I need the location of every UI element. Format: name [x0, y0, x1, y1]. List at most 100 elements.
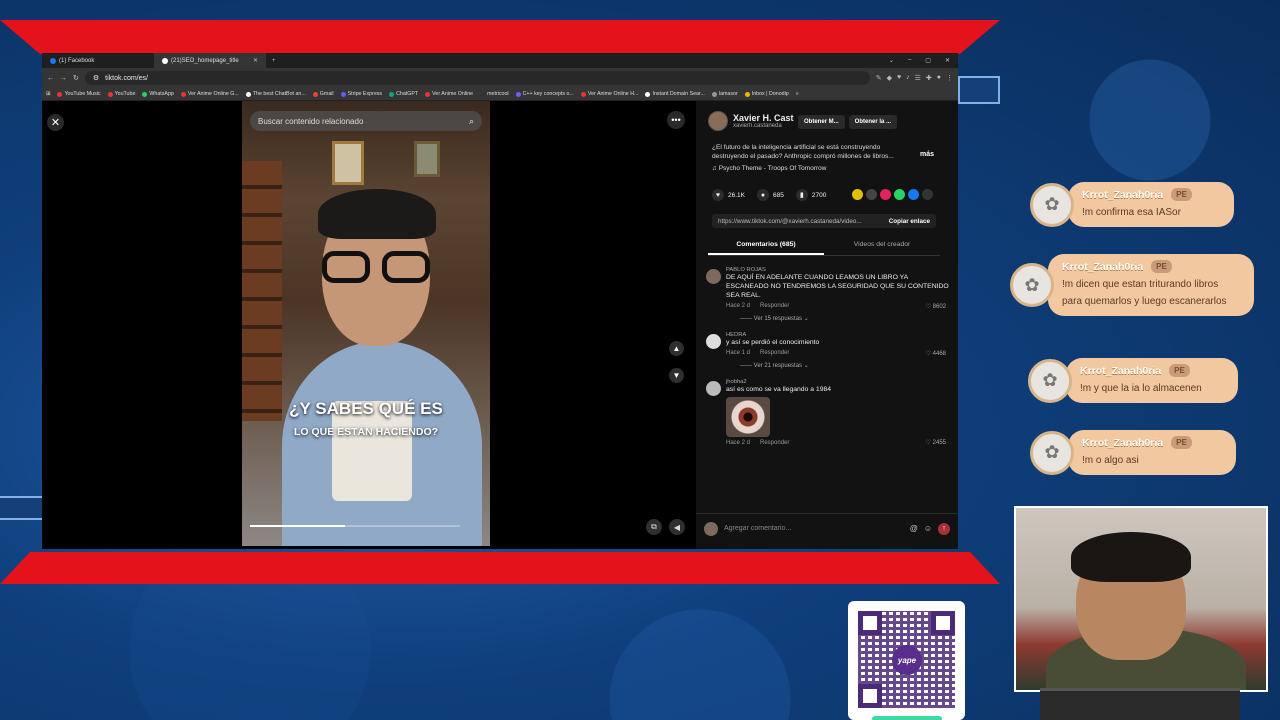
embed-icon[interactable]: [866, 189, 877, 200]
avatar[interactable]: [706, 334, 721, 349]
more-link[interactable]: más: [920, 151, 934, 158]
video-progress-bar[interactable]: [250, 525, 460, 527]
bookmark-item[interactable]: Stripe Express: [340, 91, 382, 97]
bookmark-item[interactable]: lamasor: [711, 91, 738, 97]
creator-info[interactable]: Xavier H. Cast xavierh.castaneda: [708, 111, 794, 131]
minimize-button[interactable]: –: [908, 57, 911, 64]
bookmark-item[interactable]: metricool: [480, 91, 509, 97]
whatsapp-icon[interactable]: [894, 189, 905, 200]
bookmark-favicon-icon: [425, 91, 431, 97]
bookmark-label: Instant Domain Sear...: [652, 91, 705, 97]
related-search-input[interactable]: Buscar contenido relacionado ⌕: [250, 111, 482, 131]
chat-message: ✿ Krrot_Zanah0ria PE !m o algo asi: [1030, 430, 1236, 475]
view-replies[interactable]: —— Ver 21 respuestas ⌄: [726, 362, 950, 369]
bookmark-item[interactable]: The best ChatBot an...: [245, 91, 306, 97]
volume-icon[interactable]: ◀: [669, 519, 685, 535]
add-comment-input[interactable]: Agregar comentario...: [724, 525, 904, 532]
menu-icon[interactable]: ⋮: [946, 74, 953, 82]
bookmark-favicon-icon: [312, 91, 318, 97]
tab-tiktok[interactable]: (21)SEO_homepage_title ✕: [154, 53, 266, 68]
save-button[interactable]: ▮ 2700: [795, 189, 826, 201]
creator-avatar[interactable]: [708, 111, 728, 131]
reload-icon[interactable]: ↻: [73, 74, 79, 82]
bookmarks-bar: ⊞ YouTube Music YouTube WhatsApp Ver Anime O…: [42, 88, 958, 101]
get-button[interactable]: Obtener la ...: [848, 115, 898, 129]
get-button[interactable]: Obtener M...: [798, 115, 845, 129]
maximize-button[interactable]: ▢: [925, 57, 931, 64]
previous-video-button[interactable]: ▲: [669, 341, 684, 356]
url-field[interactable]: ⚙ tiktok.com/es/: [84, 71, 870, 85]
video-player[interactable]: Buscar contenido relacionado ⌕ ¿Y SABES …: [242, 101, 490, 546]
extension-icon[interactable]: ✎: [876, 74, 882, 82]
add-comment-bar: Agregar comentario... @ ☺ ↑: [696, 513, 958, 543]
chat-text: !m dicen que estan triturando libros par…: [1062, 279, 1227, 307]
bookmark-item[interactable]: Ver Anime Online H...: [580, 91, 638, 97]
share-arrow-icon[interactable]: [922, 189, 933, 200]
bookmark-item[interactable]: C++ key concepts o...: [515, 91, 574, 97]
copy-link-button[interactable]: Copiar enlace: [883, 218, 936, 225]
bookmark-item[interactable]: Ver Anime Online G...: [180, 91, 239, 97]
share-send-icon[interactable]: [880, 189, 891, 200]
facebook-share-icon[interactable]: [908, 189, 919, 200]
search-placeholder: Buscar contenido relacionado: [258, 116, 364, 126]
floating-player-icon[interactable]: ⧉: [646, 519, 662, 535]
gold-coin-icon[interactable]: [852, 189, 863, 200]
comment-likes[interactable]: ♡ 8602: [926, 303, 946, 310]
close-window-button[interactable]: ✕: [945, 57, 950, 64]
comment-likes[interactable]: ♡ 4468: [926, 350, 946, 357]
bookmark-item[interactable]: Ver Anime Online: [425, 91, 473, 97]
reply-button[interactable]: Responder: [760, 440, 789, 446]
more-bookmarks-icon[interactable]: »: [796, 91, 799, 97]
extension-icon[interactable]: ♪: [906, 74, 910, 82]
avatar[interactable]: [706, 269, 721, 284]
bookmark-item[interactable]: YouTube: [107, 91, 135, 97]
bookmark-item[interactable]: Gmail: [312, 91, 334, 97]
search-icon[interactable]: ⌕: [469, 116, 474, 127]
tab-creator-videos[interactable]: Videos del creador: [824, 237, 940, 255]
view-replies[interactable]: —— Ver 15 respuestas ⌄: [726, 315, 950, 322]
comment-button[interactable]: ● 685: [757, 189, 784, 201]
share-icons: [852, 189, 933, 200]
reply-button[interactable]: Responder: [760, 350, 789, 356]
bookmark-item[interactable]: WhatsApp: [142, 91, 174, 97]
next-video-button[interactable]: ▼: [669, 368, 684, 383]
like-button[interactable]: ♥ 26.1K: [712, 189, 745, 201]
bookmark-favicon-icon: [57, 91, 63, 97]
chat-text: !m o algo asi: [1082, 455, 1139, 466]
yape-qr-code: yape: [848, 601, 965, 720]
bookmark-item[interactable]: YouTube Music: [57, 91, 101, 97]
emoji-icon[interactable]: ☺: [924, 524, 932, 533]
new-tab-button[interactable]: +: [266, 58, 282, 64]
site-info-icon[interactable]: ⚙: [93, 74, 99, 82]
extension-icon[interactable]: ♥: [897, 74, 901, 82]
extension-icon[interactable]: ☰: [915, 74, 921, 82]
mention-icon[interactable]: @: [910, 524, 918, 533]
tab-search-icon[interactable]: ⌄: [889, 57, 894, 64]
bookmark-item[interactable]: Instant Domain Sear...: [645, 91, 705, 97]
forward-icon[interactable]: →: [60, 75, 67, 82]
send-icon[interactable]: ↑: [938, 522, 950, 535]
reply-button[interactable]: Responder: [760, 303, 789, 309]
bookmark-label: The best ChatBot an...: [252, 91, 306, 97]
extension-icon[interactable]: ◆: [887, 74, 892, 82]
profile-icon[interactable]: ●: [937, 74, 941, 82]
apps-icon[interactable]: ⊞: [46, 91, 50, 97]
close-icon[interactable]: ✕: [47, 114, 64, 131]
country-badge: PE: [1171, 436, 1192, 449]
bookmark-item[interactable]: ChatGPT: [389, 91, 418, 97]
bookmark-favicon-icon: [645, 91, 651, 97]
tab-comments[interactable]: Comentarios (685): [708, 237, 824, 255]
bookshelf: [242, 161, 282, 421]
music-info[interactable]: ♫ Psycho Theme - Troops Of Tomorrow: [712, 165, 826, 172]
panel-tabs: Comentarios (685) Videos del creador: [708, 237, 940, 256]
avatar[interactable]: [706, 381, 721, 396]
back-icon[interactable]: ←: [47, 75, 54, 82]
close-tab-icon[interactable]: ✕: [253, 57, 258, 64]
video-caption-sub: LO QUE ESTÁN HACIENDO?: [293, 426, 439, 438]
bookmark-item[interactable]: Inbox | Donodip: [744, 91, 789, 97]
tab-facebook[interactable]: (1) Facebook: [42, 53, 154, 68]
video-link[interactable]: https://www.tiktok.com/@xavierh.castaned…: [712, 218, 883, 225]
comment-likes[interactable]: ♡ 2455: [926, 439, 946, 446]
puzzle-icon[interactable]: ✚: [926, 74, 932, 82]
more-options-icon[interactable]: •••: [667, 111, 685, 129]
